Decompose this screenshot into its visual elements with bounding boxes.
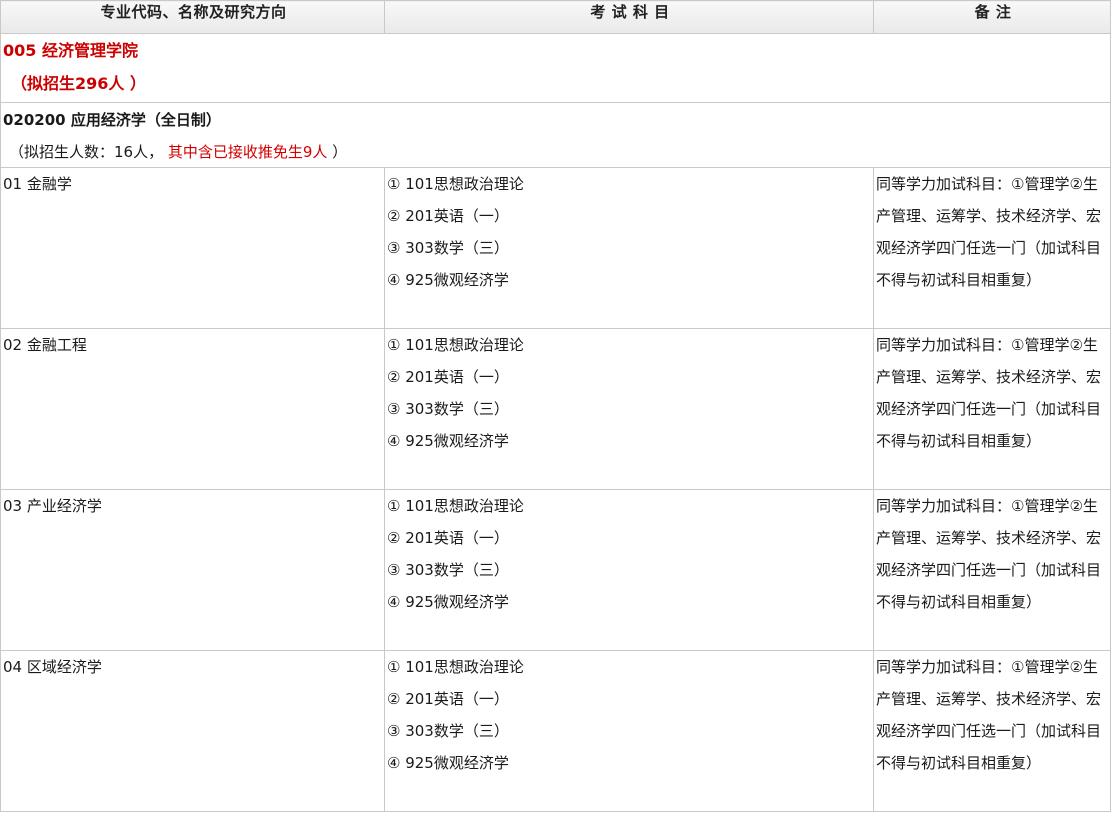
exam-subject: ② 201英语（一） <box>387 529 509 547</box>
exam-subject: ① 101思想政治理论 <box>387 497 524 515</box>
remarks-note: 同等学力加试科目：①管理学②生产管理、运筹学、技术经济学、宏观经济学四门任选一门… <box>876 175 1102 289</box>
direction-cell: 02 金融工程 <box>0 328 385 490</box>
remarks-note: 同等学力加试科目：①管理学②生产管理、运筹学、技术经济学、宏观经济学四门任选一门… <box>876 497 1102 611</box>
header-major-code: 专业代码、名称及研究方向 <box>0 0 385 34</box>
direction-row: 02 金融工程 ① 101思想政治理论 ② 201英语（一） ③ 303数学（三） ④ … <box>0 328 1111 490</box>
direction-cell: 01 金融学 <box>0 167 385 329</box>
direction-cell: 04 区域经济学 <box>0 650 385 812</box>
major-quota-prefix: （拟招生人数：16人， <box>9 143 164 161</box>
direction-cell: 03 产业经济学 <box>0 489 385 651</box>
direction-row: 04 区域经济学 ① 101思想政治理论 ② 201英语（一） ③ 303数学（三） ④… <box>0 650 1111 812</box>
major-quota-exempt: 其中含已接收推免生9人 <box>167 143 328 161</box>
remarks-note: 同等学力加试科目：①管理学②生产管理、运筹学、技术经济学、宏观经济学四门任选一门… <box>876 336 1102 450</box>
header-row: 专业代码、名称及研究方向 考 试 科 目 备 注 <box>0 0 1111 34</box>
exam-subject: ④ 925微观经济学 <box>387 593 509 611</box>
exam-subject: ① 101思想政治理论 <box>387 658 524 676</box>
exam-subject: ④ 925微观经济学 <box>387 432 509 450</box>
school-cell: 005 经济管理学院 （拟招生296人 ） <box>0 33 1111 103</box>
exam-subjects-cell: ① 101思想政治理论 ② 201英语（一） ③ 303数学（三） ④ 925微观经济… <box>384 650 874 812</box>
direction-name: 02 金融工程 <box>3 336 87 354</box>
direction-row: 01 金融学 ① 101思想政治理论 ② 201英语（一） ③ 303数学（三） ④ 9… <box>0 167 1111 329</box>
school-row: 005 经济管理学院 （拟招生296人 ） <box>0 33 1111 103</box>
exam-subject: ① 101思想政治理论 <box>387 336 524 354</box>
major-row: 020200 应用经济学（全日制） （拟招生人数：16人， 其中含已接收推免生9… <box>0 102 1111 168</box>
exam-subject: ③ 303数学（三） <box>387 239 509 257</box>
school-name: 005 经济管理学院 <box>3 41 138 60</box>
exam-subject: ③ 303数学（三） <box>387 722 509 740</box>
direction-name: 03 产业经济学 <box>3 497 102 515</box>
direction-row: 03 产业经济学 ① 101思想政治理论 ② 201英语（一） ③ 303数学（三） ④… <box>0 489 1111 651</box>
exam-subject: ① 101思想政治理论 <box>387 175 524 193</box>
admissions-catalog-table: 专业代码、名称及研究方向 考 试 科 目 备 注 005 经济管理学院 （拟招生… <box>0 0 1111 812</box>
exam-subjects-cell: ① 101思想政治理论 ② 201英语（一） ③ 303数学（三） ④ 925微观经济… <box>384 328 874 490</box>
major-name: 020200 应用经济学（全日制） <box>3 111 221 129</box>
exam-subjects-cell: ① 101思想政治理论 ② 201英语（一） ③ 303数学（三） ④ 925微观经济… <box>384 167 874 329</box>
exam-subject: ③ 303数学（三） <box>387 561 509 579</box>
major-cell: 020200 应用经济学（全日制） （拟招生人数：16人， 其中含已接收推免生9… <box>0 102 1111 168</box>
remarks-note: 同等学力加试科目：①管理学②生产管理、运筹学、技术经济学、宏观经济学四门任选一门… <box>876 658 1102 772</box>
exam-subject: ② 201英语（一） <box>387 690 509 708</box>
exam-subjects-cell: ① 101思想政治理论 ② 201英语（一） ③ 303数学（三） ④ 925微观经济… <box>384 489 874 651</box>
exam-subject: ④ 925微观经济学 <box>387 754 509 772</box>
exam-subject: ④ 925微观经济学 <box>387 271 509 289</box>
exam-subject: ② 201英语（一） <box>387 207 509 225</box>
direction-name: 04 区域经济学 <box>3 658 102 676</box>
major-quota: （拟招生人数：16人， 其中含已接收推免生9人 ） <box>3 137 1110 167</box>
remarks-cell: 同等学力加试科目：①管理学②生产管理、运筹学、技术经济学、宏观经济学四门任选一门… <box>873 328 1111 490</box>
header-remarks: 备 注 <box>873 0 1111 34</box>
school-quota: （拟招生296人 ） <box>11 74 146 93</box>
header-exam-subjects: 考 试 科 目 <box>384 0 874 34</box>
direction-name: 01 金融学 <box>3 175 72 193</box>
remarks-cell: 同等学力加试科目：①管理学②生产管理、运筹学、技术经济学、宏观经济学四门任选一门… <box>873 489 1111 651</box>
major-quota-suffix: ） <box>332 143 348 161</box>
remarks-cell: 同等学力加试科目：①管理学②生产管理、运筹学、技术经济学、宏观经济学四门任选一门… <box>873 650 1111 812</box>
remarks-cell: 同等学力加试科目：①管理学②生产管理、运筹学、技术经济学、宏观经济学四门任选一门… <box>873 167 1111 329</box>
exam-subject: ② 201英语（一） <box>387 368 509 386</box>
exam-subject: ③ 303数学（三） <box>387 400 509 418</box>
